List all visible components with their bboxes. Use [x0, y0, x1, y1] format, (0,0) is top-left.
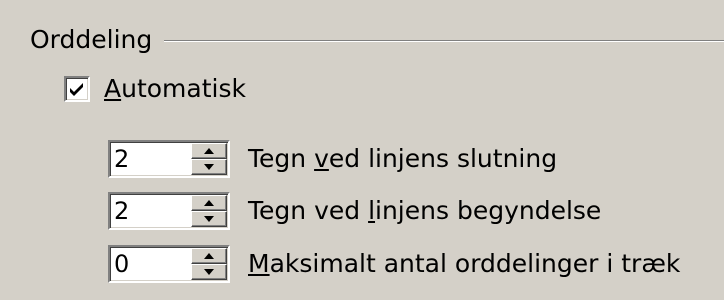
automatic-hyphenation-label: Automatisk: [104, 74, 246, 104]
line-end-chars-input[interactable]: [114, 143, 180, 175]
triangle-up-icon: [204, 148, 214, 154]
spin-buttons: [191, 195, 227, 227]
mnemonic-letter: A: [104, 74, 122, 103]
triangle-down-icon: [204, 216, 214, 222]
line-start-chars-input[interactable]: [114, 195, 180, 227]
spin-down-button[interactable]: [191, 211, 227, 227]
triangle-up-icon: [204, 200, 214, 206]
line-end-chars-spinner[interactable]: [108, 140, 230, 178]
triangle-up-icon: [204, 253, 214, 259]
triangle-down-icon: [204, 164, 214, 170]
max-consecutive-hyphens-spinner[interactable]: [108, 245, 230, 283]
label-text: utomatisk: [121, 74, 246, 103]
mnemonic-letter: v: [314, 144, 329, 173]
line-end-chars-label: Tegn ved linjens slutning: [248, 144, 557, 174]
spin-down-button[interactable]: [191, 264, 227, 280]
spin-down-button[interactable]: [191, 159, 227, 175]
spin-buttons: [191, 143, 227, 175]
mnemonic-letter: M: [248, 249, 270, 278]
line-end-chars-row: Tegn ved linjens slutning: [108, 138, 557, 180]
label-text-after: aksimalt antal orddelinger i træk: [269, 249, 681, 278]
triangle-down-icon: [204, 269, 214, 275]
label-text-before: Tegn ved: [248, 196, 369, 225]
group-title: Orddeling: [30, 25, 159, 55]
checkmark-icon: [70, 83, 83, 96]
max-consecutive-hyphens-row: Maksimalt antal orddelinger i træk: [108, 243, 680, 285]
label-text-before: Tegn: [248, 144, 315, 173]
group-border-line: [164, 40, 724, 42]
line-start-chars-spinner[interactable]: [108, 192, 230, 230]
spin-up-button[interactable]: [191, 195, 227, 211]
line-start-chars-label: Tegn ved linjens begyndelse: [248, 196, 601, 226]
mnemonic-letter: l: [368, 196, 376, 225]
spin-up-button[interactable]: [191, 248, 227, 264]
spin-buttons: [191, 248, 227, 280]
automatic-hyphenation-checkbox[interactable]: [64, 76, 90, 102]
spin-up-button[interactable]: [191, 143, 227, 159]
line-start-chars-row: Tegn ved linjens begyndelse: [108, 190, 601, 232]
hyphenation-group: Orddeling Automatisk Tegn ved linjens sl…: [0, 0, 724, 300]
label-text-after: injens begyndelse: [375, 196, 602, 225]
label-text-after: ed linjens slutning: [328, 144, 558, 173]
automatic-hyphenation-option[interactable]: Automatisk: [64, 72, 246, 106]
max-consecutive-hyphens-input[interactable]: [114, 248, 180, 280]
max-consecutive-hyphens-label: Maksimalt antal orddelinger i træk: [248, 249, 680, 279]
